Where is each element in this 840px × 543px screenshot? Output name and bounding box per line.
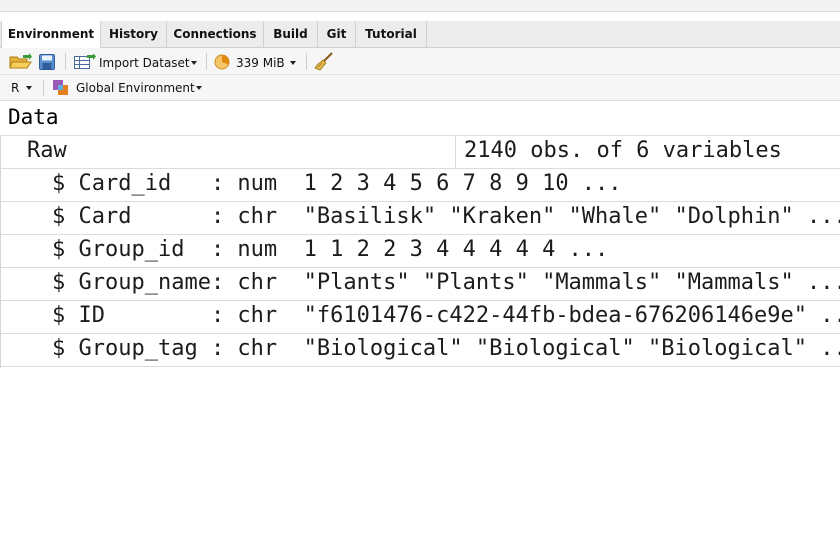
variable-line: $ Card_id : num 1 2 3 4 5 6 7 8 9 10 ... <box>52 171 622 196</box>
variable-row: $ ID : chr "f6101476-c422-44fb-bdea-6762… <box>0 301 840 334</box>
expand-collapse-icon[interactable] <box>7 145 22 160</box>
environment-selector-bar: R Global Environment <box>0 75 840 101</box>
tab-git[interactable]: Git <box>318 21 356 48</box>
tab-connections[interactable]: Connections <box>167 21 264 48</box>
toolbar-separator <box>65 53 66 70</box>
tab-build[interactable]: Build <box>264 21 318 48</box>
memory-usage-button[interactable]: 339 MiB <box>236 56 285 70</box>
object-name[interactable]: Raw <box>27 138 67 163</box>
variable-line: $ Card : chr "Basilisk" "Kraken" "Whale"… <box>52 204 840 229</box>
variable-row: $ Group_name: chr "Plants" "Plants" "Mam… <box>0 268 840 301</box>
object-row-raw[interactable]: Raw 2140 obs. of 6 variables <box>0 136 840 169</box>
section-title: Data <box>8 105 59 129</box>
chevron-down-icon[interactable] <box>26 86 32 90</box>
variable-row: $ Group_id : num 1 1 2 2 3 4 4 4 4 4 ... <box>0 235 840 268</box>
top-strip <box>0 0 840 12</box>
language-selector[interactable]: R <box>11 81 19 95</box>
data-section-header: Data <box>0 101 840 136</box>
chevron-down-icon[interactable] <box>290 61 296 65</box>
variable-line: $ ID : chr "f6101476-c422-44fb-bdea-6762… <box>52 303 840 328</box>
variable-line: $ Group_tag : chr "Biological" "Biologic… <box>52 336 840 361</box>
tab-environment[interactable]: Environment <box>1 21 101 49</box>
tab-tutorial[interactable]: Tutorial <box>356 21 427 48</box>
object-summary: 2140 obs. of 6 variables <box>464 138 782 163</box>
column-divider <box>455 136 456 169</box>
environment-toolbar: Import Dataset 339 MiB <box>0 48 840 75</box>
variable-line: $ Group_id : num 1 1 2 2 3 4 4 4 4 4 ... <box>52 237 609 262</box>
toolbar-separator <box>43 80 44 96</box>
chevron-down-icon[interactable] <box>196 86 202 90</box>
environment-selector[interactable]: Global Environment <box>76 81 195 95</box>
pane-tab-bar: Environment History Connections Build Gi… <box>0 21 840 49</box>
environment-icon <box>52 79 69 96</box>
toolbar-separator <box>306 53 307 70</box>
chevron-down-icon[interactable] <box>191 61 197 65</box>
folder-open-icon[interactable] <box>9 53 33 70</box>
memory-pie-icon[interactable] <box>214 54 230 70</box>
import-dataset-icon[interactable] <box>74 53 96 70</box>
broom-icon[interactable] <box>314 52 334 71</box>
variable-row: $ Card_id : num 1 2 3 4 5 6 7 8 9 10 ... <box>0 169 840 202</box>
variable-line: $ Group_name: chr "Plants" "Plants" "Mam… <box>52 270 840 295</box>
import-dataset-button[interactable]: Import Dataset <box>99 56 190 70</box>
variable-row: $ Group_tag : chr "Biological" "Biologic… <box>0 334 840 367</box>
toolbar-separator <box>206 53 207 70</box>
variable-row: $ Card : chr "Basilisk" "Kraken" "Whale"… <box>0 202 840 235</box>
tab-history[interactable]: History <box>101 21 167 48</box>
save-icon[interactable] <box>39 54 55 70</box>
